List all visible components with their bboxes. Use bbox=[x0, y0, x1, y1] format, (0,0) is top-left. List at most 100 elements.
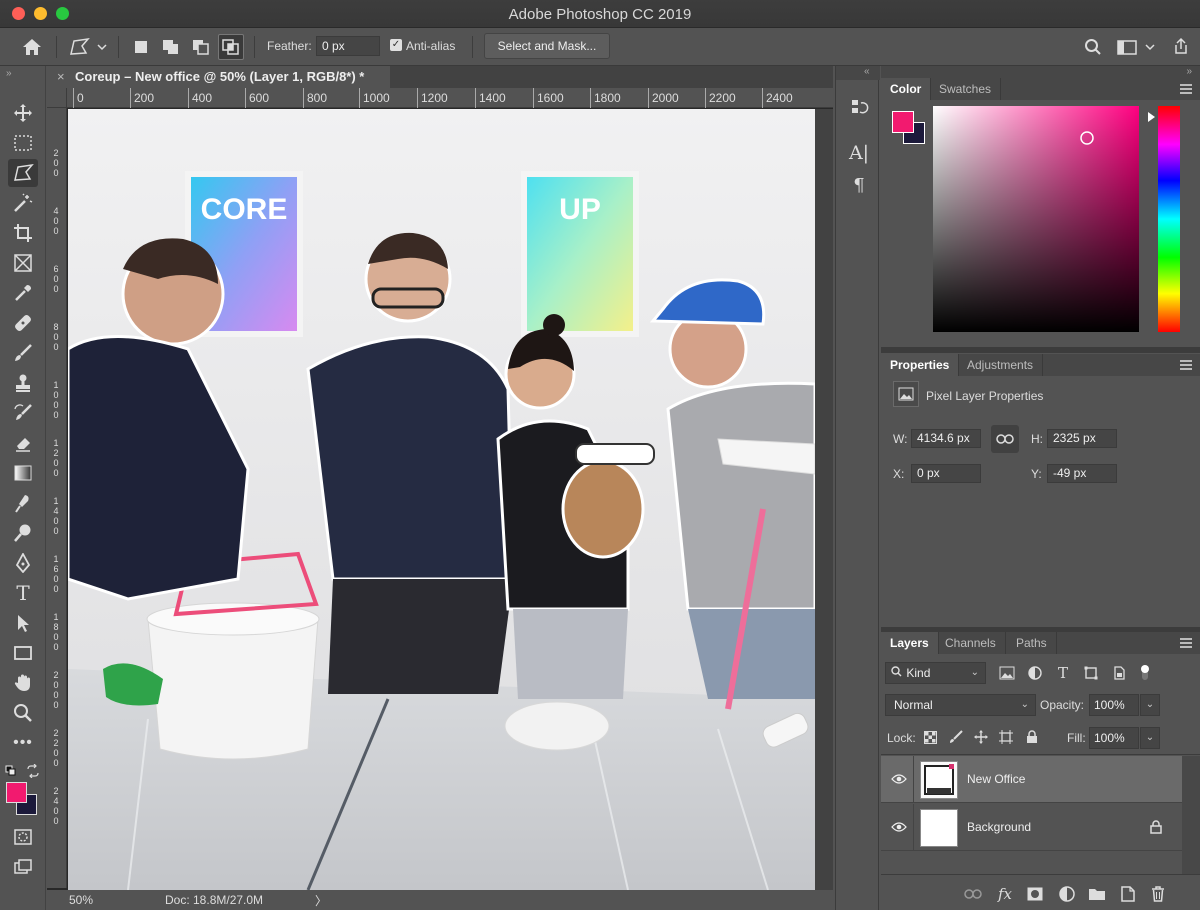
height-input[interactable]: 2325 px bbox=[1047, 429, 1117, 448]
expand-toolbar-icon[interactable]: » bbox=[6, 68, 12, 79]
fill-slider-toggle[interactable]: ⌄ bbox=[1140, 727, 1160, 749]
healing-brush-tool-icon[interactable] bbox=[8, 309, 38, 337]
default-colors-icon[interactable] bbox=[5, 765, 17, 780]
foreground-color-swatch[interactable] bbox=[892, 111, 914, 133]
filter-smart-objects-icon[interactable] bbox=[1110, 664, 1128, 682]
type-tool-icon[interactable]: T bbox=[8, 579, 38, 607]
eraser-tool-icon[interactable] bbox=[8, 429, 38, 457]
collapse-strip-icon[interactable]: « bbox=[864, 66, 870, 77]
subtract-from-selection-icon[interactable] bbox=[189, 37, 213, 57]
document-tab[interactable]: × Coreup – New office @ 50% (Layer 1, RG… bbox=[47, 66, 390, 88]
blend-mode-select[interactable]: Normal ⌄ bbox=[885, 694, 1036, 716]
hand-tool-icon[interactable] bbox=[8, 669, 38, 697]
add-mask-icon[interactable] bbox=[1026, 885, 1044, 903]
tab-channels[interactable]: Channels bbox=[936, 632, 1006, 654]
history-brush-tool-icon[interactable] bbox=[8, 399, 38, 427]
new-layer-icon[interactable] bbox=[1119, 885, 1137, 903]
pen-tool-icon[interactable] bbox=[8, 549, 38, 577]
layer-style-fx-icon[interactable]: fx bbox=[996, 885, 1014, 903]
properties-panel-menu-icon[interactable] bbox=[1180, 360, 1192, 370]
search-icon[interactable] bbox=[1082, 36, 1104, 58]
clone-stamp-tool-icon[interactable] bbox=[8, 369, 38, 397]
horizontal-ruler[interactable]: 0 200 400 600 800 1000 1200 1400 1600 18… bbox=[67, 88, 833, 108]
brush-tool-icon[interactable] bbox=[8, 339, 38, 367]
lock-icon[interactable] bbox=[1149, 819, 1163, 835]
eye-icon[interactable] bbox=[891, 772, 907, 786]
polygonal-lasso-preset-icon[interactable] bbox=[66, 35, 110, 59]
opacity-slider-toggle[interactable]: ⌄ bbox=[1140, 694, 1160, 716]
quick-mask-icon[interactable] bbox=[8, 823, 38, 851]
paragraph-panel-icon[interactable]: ¶ bbox=[846, 172, 872, 198]
filter-shape-layers-icon[interactable] bbox=[1082, 664, 1100, 682]
eyedropper-tool-icon[interactable] bbox=[8, 279, 38, 307]
new-selection-icon[interactable] bbox=[131, 37, 151, 57]
tab-adjustments[interactable]: Adjustments bbox=[958, 354, 1044, 376]
new-group-folder-icon[interactable] bbox=[1088, 885, 1106, 903]
rectangular-marquee-tool-icon[interactable] bbox=[8, 129, 38, 157]
lock-image-pixels-icon[interactable] bbox=[948, 729, 964, 745]
color-panel-menu-icon[interactable] bbox=[1180, 84, 1192, 94]
tab-layers[interactable]: Layers bbox=[881, 632, 939, 654]
layer-name[interactable]: New Office bbox=[967, 772, 1025, 786]
color-picker-field[interactable] bbox=[933, 106, 1139, 332]
hue-slider-handle[interactable] bbox=[1148, 112, 1155, 122]
history-panel-icon[interactable] bbox=[846, 94, 872, 120]
vertical-ruler[interactable]: 2 0 0 4 0 0 6 0 0 8 0 0 1 0 0 0 1 2 0 0 … bbox=[47, 108, 67, 888]
layers-scrollbar[interactable] bbox=[1182, 756, 1200, 874]
foreground-color-swatch[interactable] bbox=[6, 782, 27, 803]
fill-input[interactable]: 100% bbox=[1089, 727, 1139, 749]
edit-toolbar-icon[interactable]: ••• bbox=[8, 729, 38, 757]
link-layers-icon[interactable] bbox=[964, 885, 982, 903]
gradient-tool-icon[interactable] bbox=[8, 459, 38, 487]
lock-position-icon[interactable] bbox=[973, 729, 989, 745]
layer-row[interactable]: New Office bbox=[881, 756, 1182, 803]
tab-paths[interactable]: Paths bbox=[1007, 632, 1057, 654]
feather-input[interactable]: 0 px bbox=[316, 36, 380, 56]
swap-colors-icon[interactable] bbox=[26, 763, 40, 781]
filter-pixel-layers-icon[interactable] bbox=[998, 664, 1016, 682]
x-position-input[interactable]: 0 px bbox=[911, 464, 981, 483]
workspace-switcher-icon[interactable] bbox=[1115, 36, 1157, 58]
eye-icon[interactable] bbox=[891, 820, 907, 834]
zoom-level[interactable]: 50% bbox=[69, 893, 93, 907]
zoom-tool-icon[interactable] bbox=[8, 699, 38, 727]
document-canvas[interactable]: CORE UP bbox=[68, 109, 815, 890]
filter-adjustment-layers-icon[interactable] bbox=[1026, 664, 1044, 682]
new-adjustment-layer-icon[interactable] bbox=[1058, 885, 1076, 903]
share-icon[interactable] bbox=[1170, 35, 1192, 57]
select-and-mask-button[interactable]: Select and Mask... bbox=[484, 33, 610, 59]
screen-mode-icon[interactable] bbox=[8, 853, 38, 881]
home-icon[interactable] bbox=[18, 35, 46, 59]
lock-artboard-icon[interactable] bbox=[998, 729, 1014, 745]
polygonal-lasso-tool-icon[interactable] bbox=[8, 159, 38, 187]
character-panel-icon[interactable]: A| bbox=[846, 140, 872, 166]
frame-tool-icon[interactable] bbox=[8, 249, 38, 277]
add-to-selection-icon[interactable] bbox=[159, 37, 183, 57]
rectangle-tool-icon[interactable] bbox=[8, 639, 38, 667]
intersect-selection-icon[interactable] bbox=[218, 34, 244, 60]
lock-transparent-pixels-icon[interactable] bbox=[922, 729, 938, 745]
close-document-icon[interactable]: × bbox=[57, 66, 65, 88]
tab-swatches[interactable]: Swatches bbox=[930, 78, 1002, 100]
magic-wand-tool-icon[interactable] bbox=[8, 189, 38, 217]
delete-layer-icon[interactable] bbox=[1149, 885, 1167, 903]
layer-name[interactable]: Background bbox=[967, 820, 1031, 834]
canvas-vertical-scrollbar[interactable] bbox=[815, 109, 833, 890]
status-menu-chevron-icon[interactable]: 〉 bbox=[315, 892, 327, 909]
smudge-tool-icon[interactable] bbox=[8, 489, 38, 517]
opacity-input[interactable]: 100% bbox=[1089, 694, 1139, 716]
link-dimensions-icon[interactable] bbox=[991, 425, 1019, 453]
collapse-panels-icon[interactable]: » bbox=[1186, 66, 1192, 77]
hue-slider[interactable] bbox=[1158, 106, 1180, 332]
layers-panel-menu-icon[interactable] bbox=[1180, 638, 1192, 648]
crop-tool-icon[interactable] bbox=[8, 219, 38, 247]
lock-all-icon[interactable] bbox=[1024, 729, 1040, 745]
tab-properties[interactable]: Properties bbox=[881, 354, 960, 376]
path-selection-tool-icon[interactable] bbox=[8, 609, 38, 637]
filter-type-layers-icon[interactable]: T bbox=[1054, 664, 1072, 682]
y-position-input[interactable]: -49 px bbox=[1047, 464, 1117, 483]
anti-alias-checkbox[interactable]: ✓ bbox=[390, 39, 402, 51]
ruler-origin[interactable] bbox=[47, 88, 67, 108]
filter-toggle-icon[interactable] bbox=[1136, 664, 1154, 682]
layer-row[interactable]: Background bbox=[881, 804, 1182, 851]
